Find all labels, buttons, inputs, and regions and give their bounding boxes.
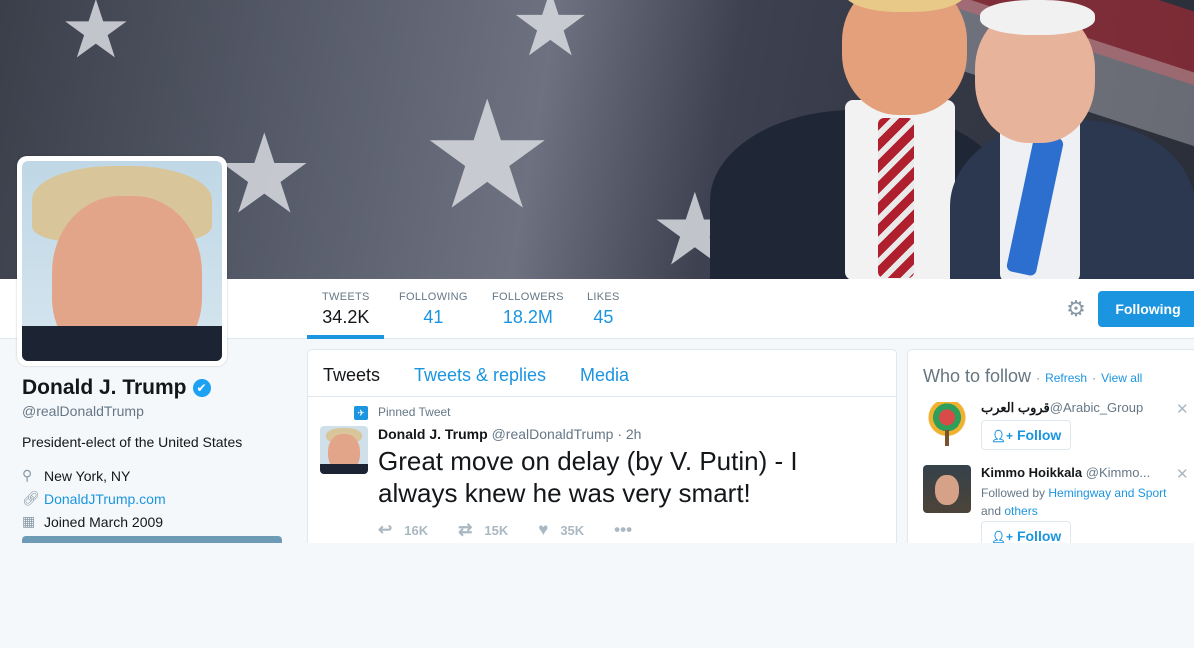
context-prefix: Followed by (981, 486, 1046, 500)
follow-button[interactable]: 👤︎+ Follow (981, 420, 1071, 450)
tweet-header: Donald J. Trump @realDonaldTrump · 2h (378, 426, 641, 442)
stat-followers[interactable]: FOLLOWERS 18.2M (492, 291, 564, 328)
timeline: Tweets Tweets & replies Media ✈ Pinned T… (307, 349, 897, 543)
timeline-tabs: Tweets Tweets & replies Media (308, 350, 896, 397)
stat-label: TWEETS (322, 291, 370, 303)
dismiss-icon[interactable]: ✕ (1176, 465, 1189, 483)
star-decoration: ★ (510, 0, 591, 75)
star-decoration: ★ (60, 0, 132, 74)
profile-avatar[interactable] (17, 156, 227, 366)
view-all-link[interactable]: View all (1101, 371, 1142, 385)
separator: · (1092, 371, 1097, 385)
stat-following[interactable]: FOLLOWING 41 (399, 291, 468, 328)
tweet-text: Great move on delay (by V. Putin) - I al… (378, 446, 798, 508)
profile-page: ★ ★ ★ ★ ★ TWEETS 34.2K FOLLOWING 41 FOLL… (0, 0, 1194, 543)
context-others-link[interactable]: others (1004, 504, 1037, 518)
suggestion-handle: @Arabic_Group (1049, 400, 1144, 415)
retweet-count: 15K (484, 522, 509, 538)
suggestion-avatar[interactable] (923, 465, 971, 513)
context-and: and (981, 504, 1002, 518)
suggestion-handle: @Kimmo... (1085, 465, 1151, 480)
tweet-author-avatar[interactable] (320, 426, 368, 474)
tweet-author-handle[interactable]: @realDonaldTrump (492, 426, 614, 442)
tweet-timestamp[interactable]: · 2h (617, 426, 641, 442)
profile-bio: President-elect of the United States (22, 434, 243, 450)
link-icon: 🔗︎ (22, 490, 40, 506)
suggestion-name-line[interactable]: قروب العرب@Arabic_Group (981, 400, 1143, 416)
profile-meta: ⚲ New York, NY 🔗︎ DonaldJTrump.com ▦ Joi… (22, 464, 292, 533)
dismiss-icon[interactable]: ✕ (1176, 400, 1189, 418)
star-decoration: ★ (420, 71, 555, 239)
retweet-button[interactable]: ⇄ 15K (458, 520, 508, 540)
reply-count: 16K (404, 522, 429, 538)
separator: · (1036, 371, 1041, 385)
add-user-icon: 👤︎+ (990, 530, 1013, 543)
tweet-actions: ↩ 16K ⇄ 15K ♥ 35K ••• (378, 520, 674, 540)
suggestion-name: قروب العرب (981, 400, 1050, 415)
stat-value: 18.2M (502, 307, 553, 327)
who-to-follow-header: Who to follow · Refresh · View all (923, 366, 1142, 387)
profile-joined-date: Joined March 2009 (44, 513, 164, 530)
profile-name[interactable]: Donald J. Trump (22, 376, 187, 400)
profile-location: New York, NY (44, 467, 131, 484)
more-icon: ••• (614, 520, 633, 539)
reply-button[interactable]: ↩ 16K (378, 520, 428, 540)
follow-label: Follow (1016, 528, 1062, 543)
retweet-icon: ⇄ (458, 520, 473, 539)
tab-media[interactable]: Media (580, 365, 629, 386)
suggestion-name-line[interactable]: Kimmo Hoikkala @Kimmo... (981, 465, 1150, 480)
who-to-follow-title: Who to follow (923, 366, 1032, 386)
following-button[interactable]: Following (1098, 291, 1194, 327)
avatar-image (22, 161, 222, 361)
pinned-label: Pinned Tweet (378, 405, 451, 419)
tab-tweets[interactable]: Tweets (323, 365, 380, 386)
who-to-follow-module: Who to follow · Refresh · View all قروب … (907, 349, 1194, 543)
stat-tweets[interactable]: TWEETS 34.2K (322, 291, 370, 328)
stat-label: FOLLOWING (399, 291, 468, 303)
refresh-link[interactable]: Refresh (1045, 371, 1087, 385)
add-user-icon: 👤︎+ (990, 429, 1013, 443)
followed-by-context: Followed by Hemingway and Sport and othe… (981, 484, 1181, 520)
active-stat-underline (307, 335, 384, 339)
star-decoration: ★ (215, 113, 314, 236)
location-pin-icon: ⚲ (22, 467, 33, 483)
gear-icon[interactable]: ⚙ (1064, 297, 1088, 321)
heart-icon: ♥ (538, 520, 549, 539)
tweet-to-button[interactable] (22, 536, 282, 543)
suggestion-avatar[interactable] (923, 400, 971, 448)
tab-tweets-and-replies[interactable]: Tweets & replies (414, 365, 546, 386)
stat-likes[interactable]: LIKES 45 (587, 291, 620, 328)
stat-label: FOLLOWERS (492, 291, 564, 303)
more-button[interactable]: ••• (614, 520, 644, 540)
stat-label: LIKES (587, 291, 620, 303)
context-user-link[interactable]: Hemingway and (1048, 486, 1134, 500)
follow-label: Follow (1016, 427, 1062, 443)
stat-value: 41 (423, 307, 444, 327)
pin-icon: ✈ (354, 406, 368, 420)
like-count: 35K (560, 522, 585, 538)
pinned-tweet[interactable]: ✈ Pinned Tweet Donald J. Trump @realDona… (308, 397, 896, 543)
like-button[interactable]: ♥ 35K (538, 520, 584, 540)
calendar-icon: ▦ (22, 513, 36, 529)
reply-icon: ↩ (378, 520, 393, 539)
suggestion-name: Kimmo Hoikkala (981, 465, 1083, 480)
context-user-link[interactable]: Sport (1138, 486, 1167, 500)
stat-value: 34.2K (322, 307, 370, 327)
profile-card: Donald J. Trump ✔ @realDonaldTrump Presid… (22, 376, 292, 533)
stat-value: 45 (593, 307, 614, 327)
profile-website-link[interactable]: DonaldJTrump.com (44, 491, 166, 507)
tweet-author-name[interactable]: Donald J. Trump (378, 426, 488, 442)
follow-button[interactable]: 👤︎+ Follow (981, 521, 1071, 543)
verified-badge-icon: ✔ (192, 379, 211, 397)
profile-handle[interactable]: @realDonaldTrump (22, 403, 292, 419)
